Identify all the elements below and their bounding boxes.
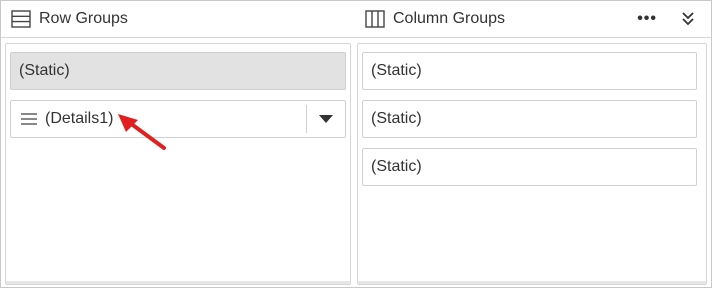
group-dropdown-button[interactable] [306,105,345,133]
column-group-static[interactable]: (Static) [362,52,697,90]
column-groups-icon [365,10,385,28]
column-groups-title: Column Groups [393,10,506,27]
column-group-label: (Static) [371,62,422,79]
grouping-panel: Row Groups Column Groups ••• (Static) (D… [0,0,712,288]
column-groups-pane: (Static) (Static) (Static) [357,43,707,285]
more-options-button[interactable]: ••• [637,10,657,28]
row-group-static[interactable]: (Static) [10,52,346,90]
double-chevron-down-icon[interactable] [681,11,695,27]
row-groups-title: Row Groups [39,10,128,27]
header-actions: ••• [637,1,695,37]
row-group-details[interactable]: (Details1) [10,100,346,138]
column-group-label: (Static) [371,110,422,127]
drag-handle-icon[interactable] [21,112,37,126]
row-groups-pane: (Static) (Details1) [5,43,351,285]
row-group-label: (Details1) [45,110,114,127]
column-group-label: (Static) [371,158,422,175]
column-group-static[interactable]: (Static) [362,148,697,186]
red-arrow-icon [116,112,172,161]
column-group-static[interactable]: (Static) [362,100,697,138]
group-panes: (Static) (Details1) (Static) (Static) (S… [3,43,709,285]
row-groups-header: Row Groups [11,1,128,37]
column-groups-header: Column Groups [365,1,505,37]
row-group-label: (Static) [19,62,70,79]
grouping-header: Row Groups Column Groups ••• [1,1,711,38]
row-groups-icon [11,10,31,28]
caret-down-icon [319,115,333,123]
